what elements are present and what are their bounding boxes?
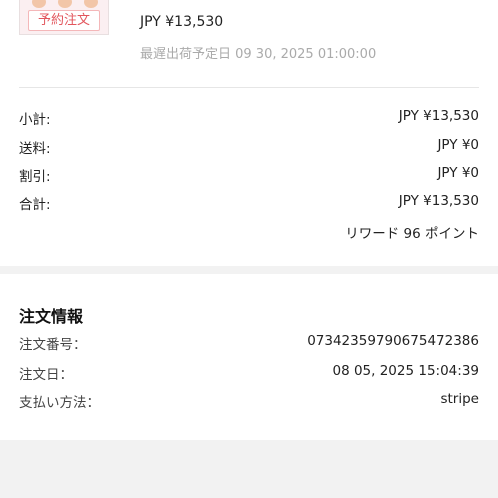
preorder-tag: 予約注文	[28, 10, 100, 31]
latest-ship-date: 最遅出荷予定日 09 30, 2025 01:00:00	[140, 47, 377, 62]
order-number-value: 07342359790675472386	[307, 333, 479, 349]
order-item-card: 予約注文 JPY ¥13,530 最遅出荷予定日 09 30, 2025 01:…	[0, 0, 498, 266]
shipping-value: JPY ¥0	[437, 137, 479, 153]
payment-method-label: 支払い方法：	[19, 395, 100, 411]
shipping-label: 送料:	[19, 141, 51, 157]
reward-points: リワード 96 ポイント	[345, 226, 479, 242]
product-thumbnail[interactable]: 予約注文	[19, 0, 109, 35]
discount-row: 割引: JPY ¥0	[19, 165, 479, 185]
item-price: JPY ¥13,530	[140, 14, 224, 30]
order-number-row: 注文番号： 07342359790675472386	[19, 333, 479, 353]
discount-value: JPY ¥0	[437, 165, 479, 181]
reward-row: リワード 96 ポイント	[19, 222, 479, 242]
subtotal-label: 小計:	[19, 112, 51, 128]
total-label: 合計:	[19, 197, 51, 213]
order-date-value: 08 05, 2025 15:04:39	[332, 363, 479, 379]
order-number-label: 注文番号：	[19, 337, 87, 353]
total-value: JPY ¥13,530	[398, 193, 479, 209]
order-date-label: 注文日：	[19, 367, 73, 383]
order-date-row: 注文日： 08 05, 2025 15:04:39	[19, 363, 479, 383]
divider	[19, 87, 479, 88]
thumbnail-figure-icon	[84, 0, 98, 8]
thumbnail-figure-icon	[58, 0, 72, 8]
subtotal-value: JPY ¥13,530	[398, 108, 479, 124]
subtotal-row: 小計: JPY ¥13,530	[19, 108, 479, 128]
shipping-row: 送料: JPY ¥0	[19, 137, 479, 157]
order-info-card	[0, 274, 498, 440]
payment-method-row: 支払い方法： stripe	[19, 391, 479, 411]
discount-label: 割引:	[19, 169, 51, 185]
thumbnail-figure-icon	[32, 0, 46, 8]
total-row: 合計: JPY ¥13,530	[19, 193, 479, 213]
order-info-title: 注文情報	[19, 307, 84, 326]
payment-method-value: stripe	[440, 391, 479, 407]
